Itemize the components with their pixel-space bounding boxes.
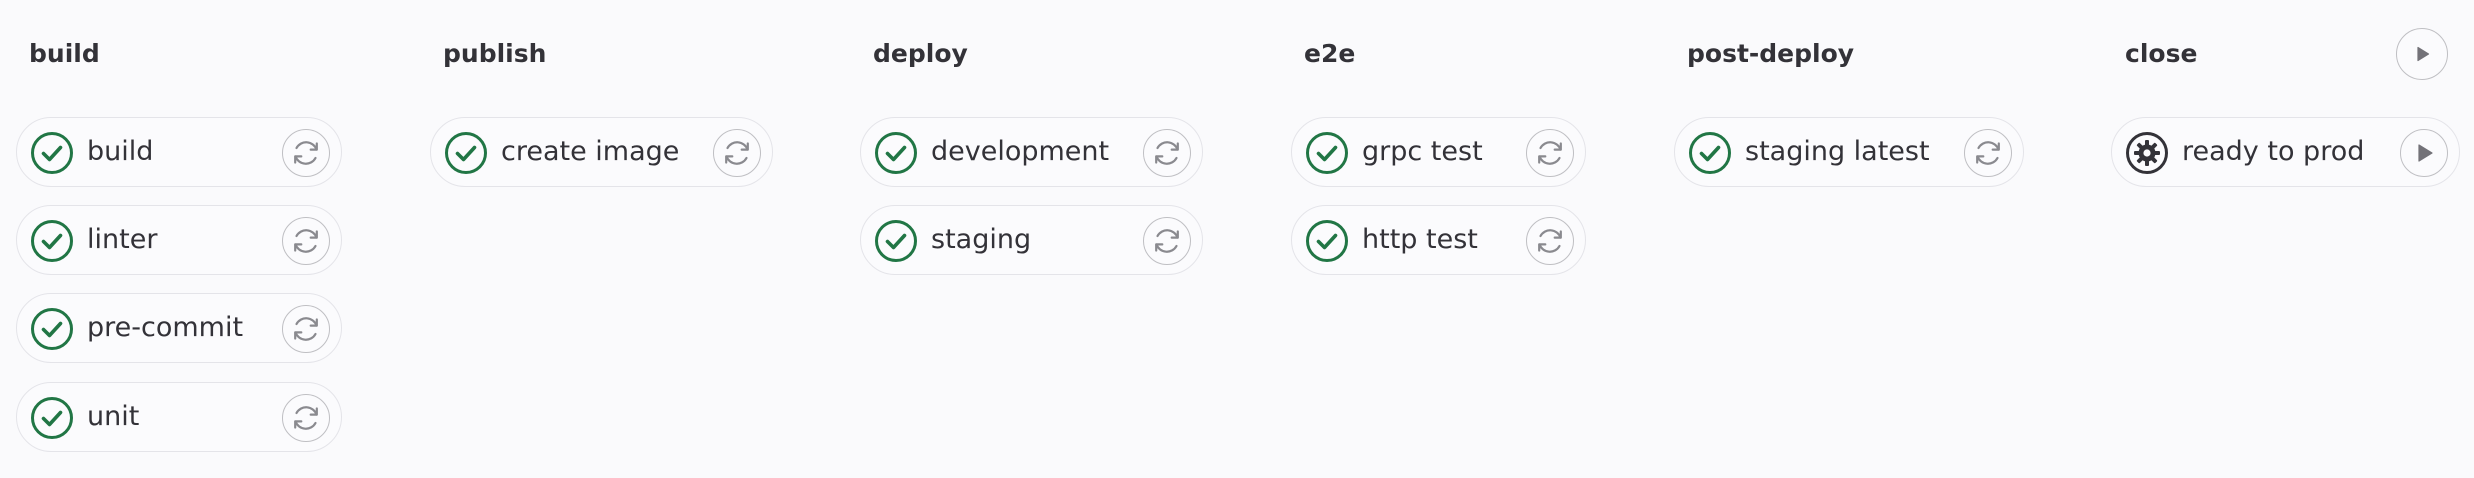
job-create-image[interactable]: create image [430,117,773,187]
retry-icon [1538,229,1562,253]
check-circle-icon [1688,131,1732,175]
retry-button[interactable] [713,129,761,177]
retry-icon [1538,141,1562,165]
stage-title: build [29,39,100,68]
retry-button[interactable] [1143,217,1191,265]
retry-button[interactable] [282,394,330,442]
job-label: development [931,136,1110,167]
retry-button[interactable] [1143,129,1191,177]
job-staging-latest[interactable]: staging latest [1674,117,2024,187]
stage-title: e2e [1304,39,1356,68]
job-label: staging latest [1745,136,1930,167]
stage-play-button[interactable] [2396,28,2448,80]
stage-title: publish [443,39,547,68]
check-circle-icon [444,131,488,175]
job-ready-to-prod[interactable]: ready to prod [2111,117,2460,187]
retry-icon [1155,229,1179,253]
retry-icon [1155,141,1179,165]
check-circle-icon [874,219,918,263]
check-circle-icon [874,131,918,175]
job-label: staging [931,224,1032,255]
play-icon [2418,144,2433,162]
job-unit[interactable]: unit [16,382,342,452]
retry-icon [294,141,318,165]
job-staging[interactable]: staging [860,205,1203,275]
job-label: pre-commit [87,312,244,343]
job-pre-commit[interactable]: pre-commit [16,293,342,363]
retry-icon [725,141,749,165]
retry-button[interactable] [282,129,330,177]
job-build[interactable]: build [16,117,342,187]
play-icon [2417,46,2430,62]
job-label: http test [1362,224,1478,255]
job-grpc-test[interactable]: grpc test [1291,117,1586,187]
job-development[interactable]: development [860,117,1203,187]
check-circle-icon [30,219,74,263]
job-label: create image [501,136,680,167]
retry-icon [294,317,318,341]
stage-title: close [2125,39,2198,68]
stage-title: deploy [873,39,968,68]
check-circle-icon [30,131,74,175]
job-label: build [87,136,154,167]
job-label: ready to prod [2182,136,2365,167]
check-circle-icon [30,307,74,351]
retry-button[interactable] [1526,129,1574,177]
check-circle-icon [1305,219,1349,263]
job-label: linter [87,224,158,255]
retry-button[interactable] [1964,129,2012,177]
job-label: grpc test [1362,136,1483,167]
retry-button[interactable] [282,305,330,353]
job-http-test[interactable]: http test [1291,205,1586,275]
check-circle-icon [30,396,74,440]
retry-button[interactable] [282,217,330,265]
retry-button[interactable] [1526,217,1574,265]
retry-icon [294,229,318,253]
job-label: unit [87,401,140,432]
stage-title: post-deploy [1687,39,1855,68]
gear-icon [2125,131,2169,175]
play-button[interactable] [2400,129,2448,177]
job-linter[interactable]: linter [16,205,342,275]
retry-icon [1976,141,2000,165]
check-circle-icon [1305,131,1349,175]
retry-icon [294,406,318,430]
